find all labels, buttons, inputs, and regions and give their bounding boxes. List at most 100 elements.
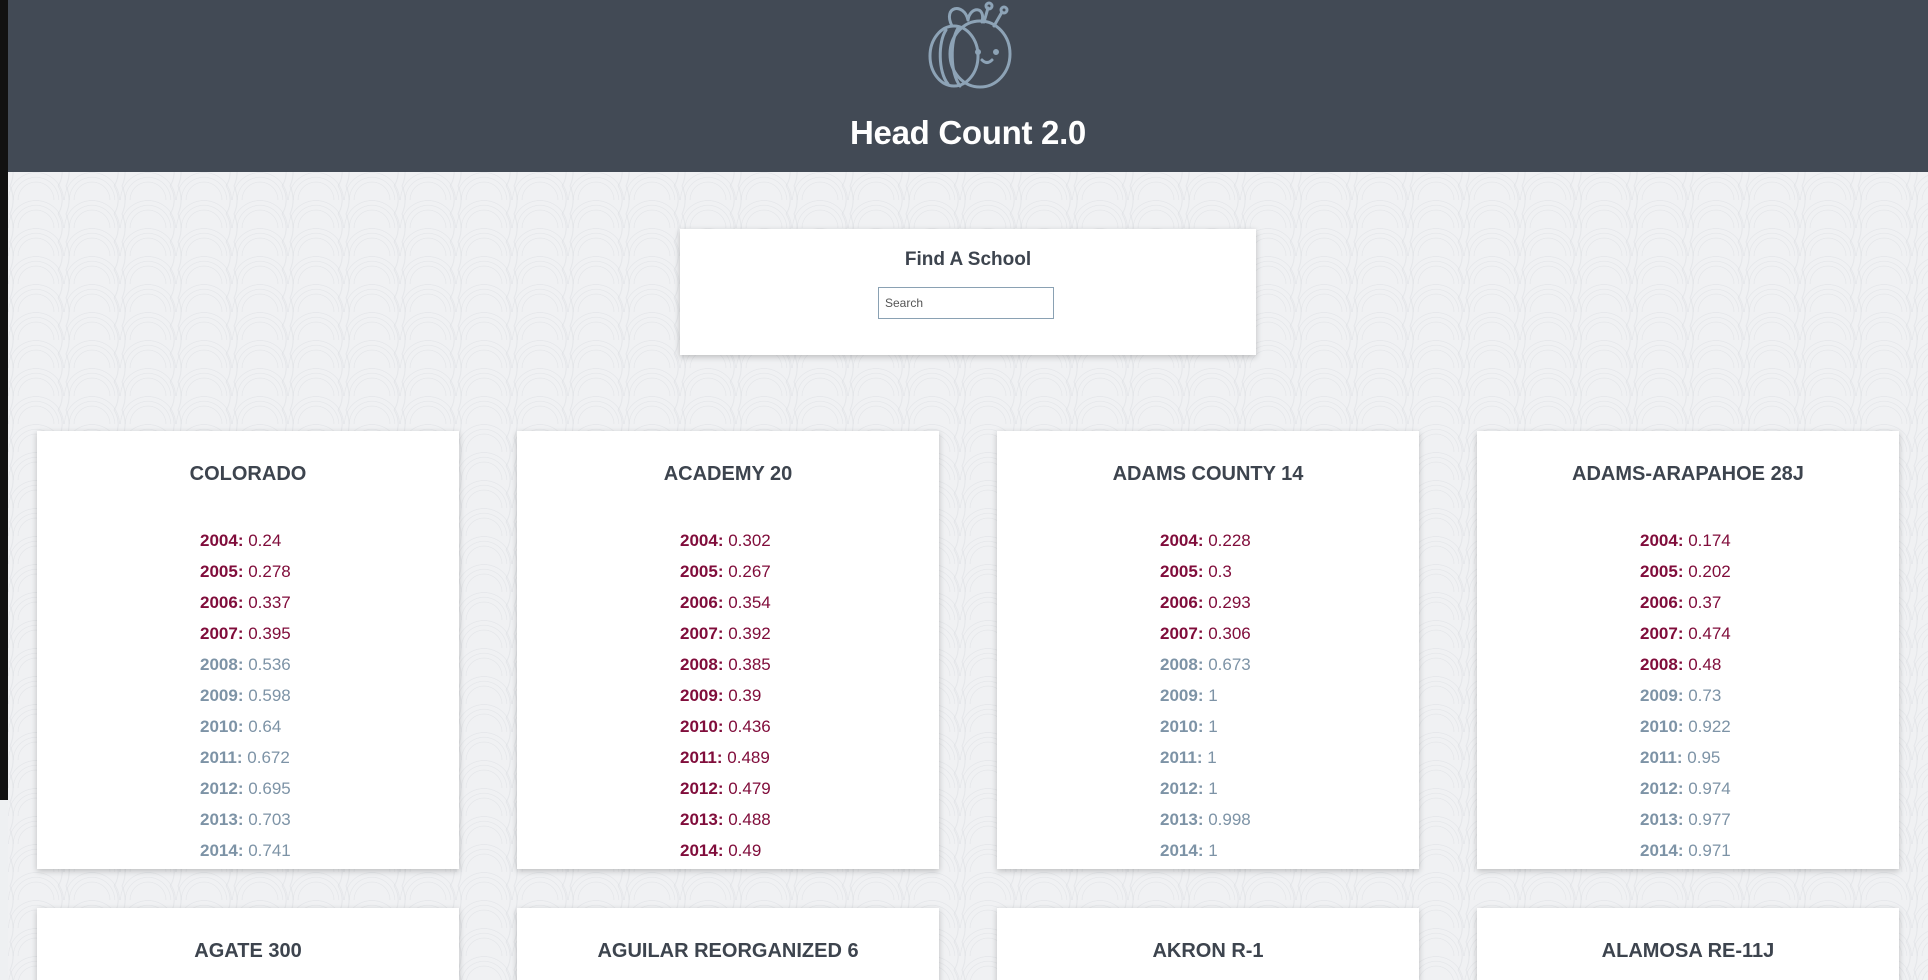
year-label: 2009: [1160,686,1204,705]
year-label: 2012: [200,779,244,798]
year-label: 2012: [1640,779,1684,798]
year-row: 2009: 0.39 [517,680,939,711]
participation-value: 0.598 [248,686,291,705]
participation-value: 0.703 [248,810,291,829]
year-row: 2004: 0.228 [997,525,1419,556]
participation-value: 0.73 [1688,686,1722,705]
year-label: 2008: [1640,655,1684,674]
year-label: 2009: [680,686,724,705]
district-card: ACADEMY 20 2004: 0.302 2005: 0.267 2006: 0… [517,431,939,869]
bee-logo-icon [928,1,1012,89]
year-label: 2007: [1640,624,1684,643]
year-label: 2008: [200,655,244,674]
participation-value: 0.293 [1208,593,1251,612]
district-card: AGATE 300 [37,908,459,980]
district-name: ACADEMY 20 [663,463,793,485]
year-label: 2011: [1160,748,1203,767]
year-label: 2014: [200,841,244,860]
participation-value: 0.64 [248,717,282,736]
year-label: 2014: [680,841,724,860]
participation-value: 0.977 [1688,810,1731,829]
year-label: 2012: [1160,779,1204,798]
participation-value: 0.278 [248,562,291,581]
district-card: ADAMS-ARAPAHOE 28J 2004: 0.174 2005: 0.20… [1477,431,1899,869]
year-label: 2004: [1640,531,1684,550]
year-row: 2007: 0.474 [1477,618,1899,649]
participation-value: 0.974 [1688,779,1731,798]
participation-value: 0.228 [1208,531,1251,550]
year-label: 2007: [680,624,724,643]
participation-value: 0.436 [728,717,771,736]
year-row: 2005: 0.3 [997,556,1419,587]
year-row: 2010: 0.922 [1477,711,1899,742]
participation-value: 0.202 [1688,562,1731,581]
participation-value: 0.24 [248,531,282,550]
year-label: 2005: [1640,562,1684,581]
year-row: 2008: 0.48 [1477,649,1899,680]
participation-value: 0.48 [1688,655,1722,674]
year-row: 2012: 0.695 [37,773,459,804]
participation-value: 0.385 [728,655,771,674]
window-edge [0,0,8,800]
year-label: 2004: [1160,531,1204,550]
search-panel: Find A School [680,229,1256,355]
year-label: 2008: [1160,655,1204,674]
participation-value: 0.672 [247,748,290,767]
participation-value: 0.49 [728,841,762,860]
participation-value: 0.354 [728,593,771,612]
year-label: 2008: [680,655,724,674]
app-header: Head Count 2.0 [8,0,1928,172]
year-label: 2014: [1160,841,1204,860]
district-card: AKRON R-1 [997,908,1419,980]
year-label: 2005: [680,562,724,581]
year-row: 2004: 0.174 [1477,525,1899,556]
year-label: 2013: [200,810,244,829]
year-row: 2011: 0.95 [1477,742,1899,773]
participation-value: 1 [1208,779,1218,798]
participation-value: 0.267 [728,562,771,581]
participation-value: 0.37 [1688,593,1722,612]
year-row: 2008: 0.385 [517,649,939,680]
participation-value: 1 [1208,841,1218,860]
year-row: 2005: 0.202 [1477,556,1899,587]
year-row: 2008: 0.673 [997,649,1419,680]
participation-value: 0.741 [248,841,291,860]
year-row: 2005: 0.267 [517,556,939,587]
year-row: 2007: 0.392 [517,618,939,649]
year-row: 2012: 0.974 [1477,773,1899,804]
year-row: 2009: 0.598 [37,680,459,711]
participation-value: 0.392 [728,624,771,643]
participation-value: 0.174 [1688,531,1731,550]
year-row: 2006: 0.293 [997,587,1419,618]
app-root: Head Count 2.0 Find A School COLORADO 20… [0,0,1928,980]
year-row: 2006: 0.37 [1477,587,1899,618]
participation-value: 0.536 [248,655,291,674]
participation-value: 0.971 [1688,841,1731,860]
year-row: 2010: 0.436 [517,711,939,742]
year-row: 2008: 0.536 [37,649,459,680]
district-name: ALAMOSA RE-11J [1601,940,1775,962]
participation-value: 0.306 [1208,624,1251,643]
year-row: 2011: 0.672 [37,742,459,773]
district-name: AGATE 300 [194,940,302,962]
participation-list: 2004: 0.24 2005: 0.278 2006: 0.337 2007: 0.… [37,525,459,866]
district-name: ADAMS COUNTY 14 [1112,463,1304,485]
year-row: 2011: 0.489 [517,742,939,773]
search-input[interactable] [878,287,1054,319]
year-row: 2014: 1 [997,835,1419,866]
year-row: 2004: 0.302 [517,525,939,556]
participation-value: 0.489 [727,748,770,767]
district-name: ADAMS-ARAPAHOE 28J [1572,463,1804,485]
participation-value: 0.488 [728,810,771,829]
year-label: 2014: [1640,841,1684,860]
year-row: 2009: 0.73 [1477,680,1899,711]
district-name: COLORADO [189,463,307,485]
district-card: ADAMS COUNTY 14 2004: 0.228 2005: 0.3 2006… [997,431,1419,869]
year-label: 2013: [1640,810,1684,829]
district-card: AGUILAR REORGANIZED 6 [517,908,939,980]
year-row: 2012: 1 [997,773,1419,804]
participation-list: 2004: 0.228 2005: 0.3 2006: 0.293 2007: 0.3… [997,525,1419,866]
year-label: 2011: [1640,748,1683,767]
year-row: 2006: 0.337 [37,587,459,618]
participation-value: 1 [1208,717,1218,736]
